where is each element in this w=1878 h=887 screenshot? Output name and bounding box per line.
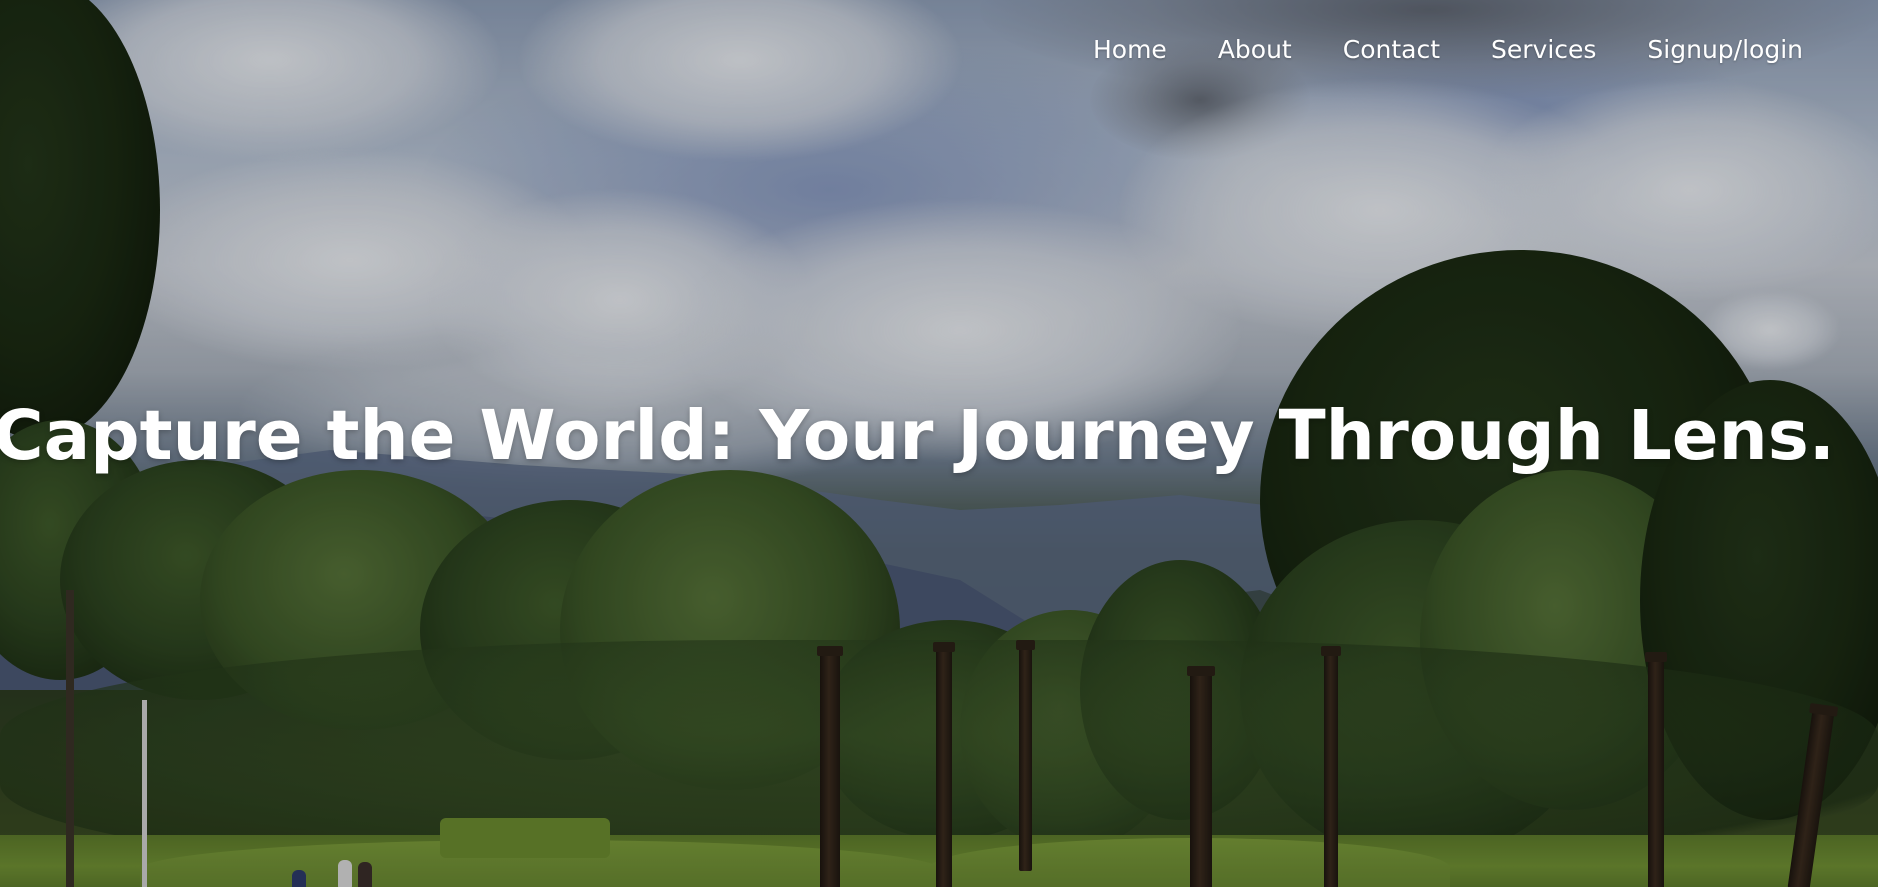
hero-section: Home About Contact Services Signup/login… bbox=[0, 0, 1878, 887]
nav-link-home[interactable]: Home bbox=[1093, 30, 1167, 70]
hero-headline: Capture the World: Your Journey Through … bbox=[0, 396, 1836, 476]
nav-link-about[interactable]: About bbox=[1218, 30, 1292, 70]
nav-link-contact[interactable]: Contact bbox=[1343, 30, 1440, 70]
nav-link-services[interactable]: Services bbox=[1491, 30, 1596, 70]
nav-link-signup-login[interactable]: Signup/login bbox=[1647, 30, 1803, 70]
main-nav: Home About Contact Services Signup/login bbox=[1042, 30, 1803, 70]
